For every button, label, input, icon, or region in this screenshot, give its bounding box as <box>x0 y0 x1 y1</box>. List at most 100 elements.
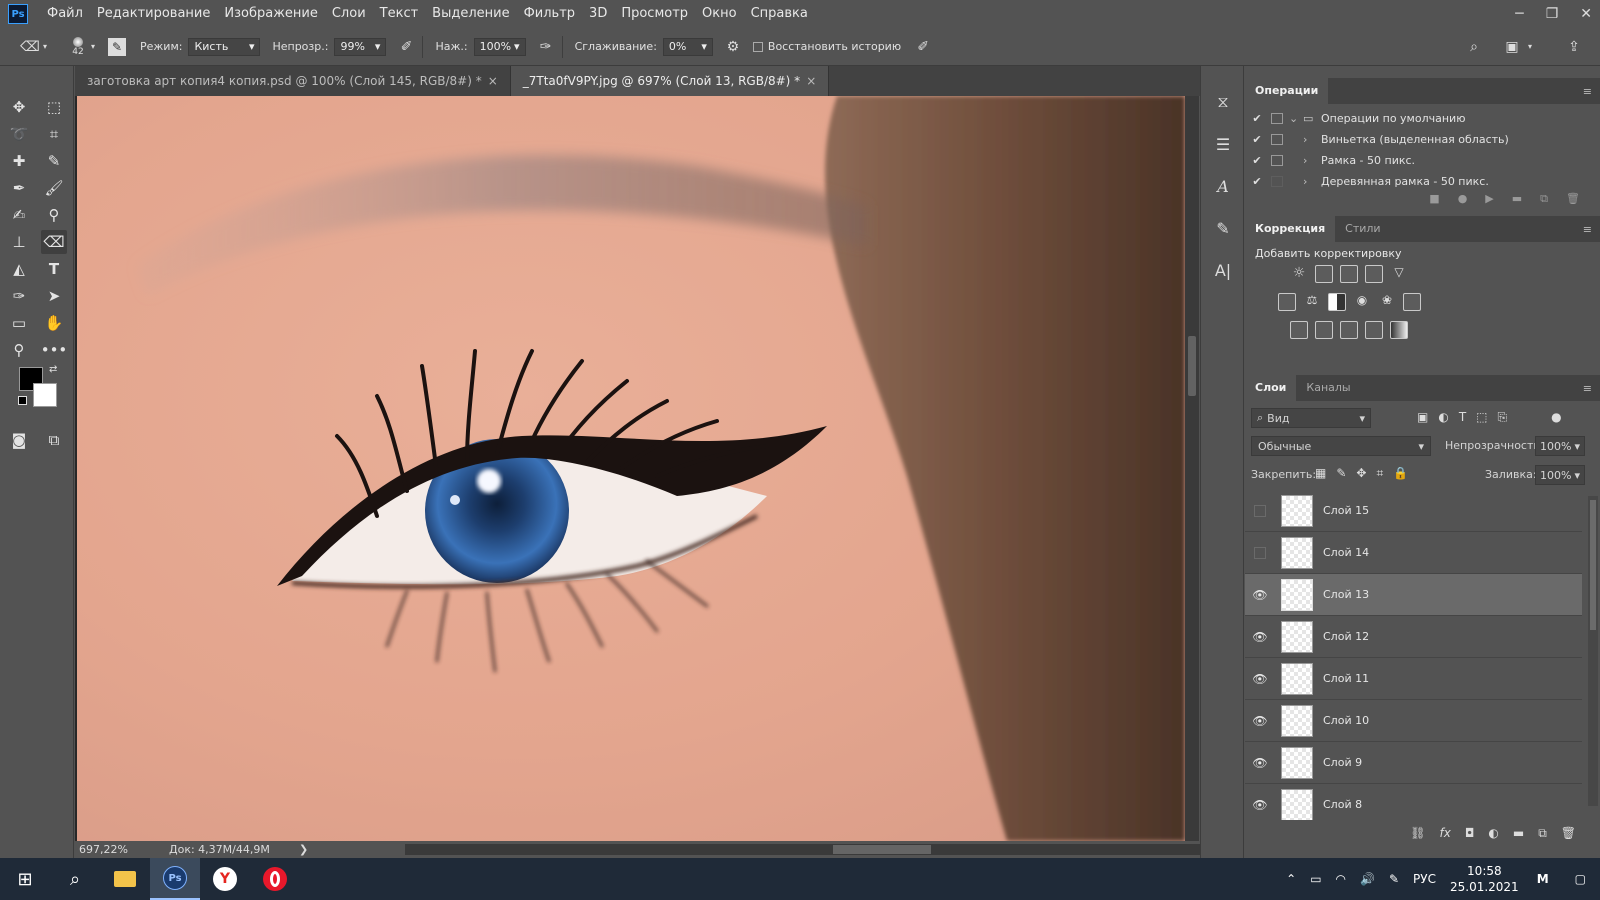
panel-menu-icon[interactable]: ≡ <box>1583 382 1592 395</box>
path-selection-tool-icon[interactable]: ➤ <box>41 284 67 308</box>
tab-actions[interactable]: Операции <box>1245 78 1329 104</box>
crop-tool-icon[interactable]: ⌗ <box>41 122 67 146</box>
action-set-default[interactable]: ✔ ⌄ ▭ Операции по умолчанию <box>1245 108 1600 129</box>
brush-panel-icon[interactable]: ✎ <box>108 37 126 56</box>
layer-row[interactable]: 👁 Слой 12 <box>1245 616 1582 658</box>
status-menu-arrow-icon[interactable]: ❯ <box>299 843 308 856</box>
airbrush-icon[interactable]: ✑ <box>536 37 556 57</box>
chevron-right-icon[interactable]: › <box>1303 133 1321 146</box>
levels-icon[interactable] <box>1315 265 1333 283</box>
menu-edit[interactable]: Редактирование <box>90 0 217 28</box>
check-icon[interactable]: ✔ <box>1249 175 1265 188</box>
canvas-area[interactable] <box>75 96 1185 841</box>
panel-menu-icon[interactable]: ≡ <box>1583 223 1592 236</box>
link-layers-icon[interactable]: ⛓ <box>1410 826 1425 841</box>
pressure-size-icon[interactable]: ✐ <box>913 37 933 57</box>
adjustment-filter-icon[interactable]: ◐ <box>1438 410 1448 425</box>
blur-tool-icon[interactable]: ◭ <box>6 257 32 281</box>
lock-position-icon[interactable]: ✥ <box>1356 466 1366 481</box>
paragraph-panel-icon[interactable]: A| <box>1209 256 1237 284</box>
tab-document-psd[interactable]: заготовка арт копия4 копия.psd @ 100% (С… <box>75 66 511 96</box>
language-indicator[interactable]: РУС <box>1413 872 1436 886</box>
quick-selection-tool-icon[interactable]: ✎ <box>41 149 67 173</box>
chevron-up-icon[interactable]: ⌃ <box>1286 872 1296 886</box>
screen-mode-icon[interactable]: ⧉ <box>41 428 67 452</box>
type-filter-icon[interactable]: T <box>1459 410 1466 425</box>
opacity-input[interactable]: 99% ▾ <box>334 37 387 56</box>
close-tab-icon[interactable]: × <box>806 74 816 88</box>
opera-browser-icon[interactable] <box>250 858 300 900</box>
black-white-icon[interactable] <box>1328 293 1346 311</box>
canvas-vertical-scrollbar[interactable] <box>1185 96 1199 841</box>
trash-icon[interactable]: 🗑 <box>1566 192 1580 206</box>
menu-image[interactable]: Изображение <box>217 0 324 28</box>
visibility-toggle[interactable] <box>1254 504 1266 517</box>
close-icon[interactable]: ✕ <box>1580 6 1592 22</box>
tab-styles[interactable]: Стили <box>1335 216 1390 242</box>
canvas-horizontal-scrollbar[interactable] <box>405 844 1235 855</box>
close-tab-icon[interactable]: × <box>488 74 498 88</box>
flow-input[interactable]: 100% ▾ <box>473 37 526 56</box>
gear-icon[interactable]: ⚙ <box>723 37 743 57</box>
search-icon[interactable]: ⌕ <box>50 858 100 900</box>
quick-mask-icon[interactable]: ◙ <box>6 428 32 452</box>
character-panel-icon[interactable]: A <box>1209 172 1237 200</box>
properties-panel-icon[interactable]: ☰ <box>1209 130 1237 158</box>
zoom-tool-icon[interactable]: ⚲ <box>6 338 32 362</box>
lasso-tool-icon[interactable]: ➰ <box>6 122 32 146</box>
action-item[interactable]: ✔ › Виньетка (выделенная область) <box>1245 129 1600 150</box>
history-brush-tool-icon[interactable]: ✍ <box>6 203 32 227</box>
filter-toggle-icon[interactable]: ● <box>1551 410 1561 425</box>
windows-start-icon[interactable]: ⊞ <box>0 858 50 900</box>
eye-icon[interactable]: 👁 <box>1245 630 1275 644</box>
search-icon[interactable]: ⌕ <box>1464 37 1484 57</box>
new-action-icon[interactable]: ⧉ <box>1540 192 1548 206</box>
zoom-level[interactable]: 697,22% <box>79 843 161 856</box>
eye-icon[interactable]: 👁 <box>1245 714 1275 728</box>
posterize-icon[interactable] <box>1315 321 1333 339</box>
brush-tool-icon[interactable]: 🖌 <box>41 176 67 200</box>
rectangle-tool-icon[interactable]: ▭ <box>6 311 32 335</box>
fill-input[interactable]: 100% ▾ <box>1535 465 1585 485</box>
media-indicator-icon[interactable]: M <box>1537 872 1549 886</box>
yandex-browser-icon[interactable]: Y <box>200 858 250 900</box>
menu-window[interactable]: Окно <box>695 0 744 28</box>
menu-type[interactable]: Текст <box>373 0 426 28</box>
clock[interactable]: 10:58 25.01.2021 <box>1450 863 1519 895</box>
brush-settings-icon[interactable]: ✎ <box>1209 214 1237 242</box>
more-tools-icon[interactable]: ••• <box>41 338 68 362</box>
hue-saturation-icon[interactable] <box>1278 293 1296 311</box>
stop-icon[interactable]: ■ <box>1429 192 1439 206</box>
pixel-filter-icon[interactable]: ▣ <box>1417 410 1428 425</box>
gradient-map-icon[interactable] <box>1390 321 1408 339</box>
menu-view[interactable]: Просмотр <box>614 0 695 28</box>
pressure-opacity-icon[interactable]: ✐ <box>396 37 416 57</box>
chevron-right-icon[interactable]: › <box>1303 154 1321 167</box>
layer-row[interactable]: 👁 Слой 10 <box>1245 700 1582 742</box>
smoothing-input[interactable]: 0% ▾ <box>662 37 713 56</box>
layer-row[interactable]: 👁 Слой 9 <box>1245 742 1582 784</box>
curves-icon[interactable] <box>1340 265 1358 283</box>
marquee-tool-icon[interactable]: ⬚ <box>41 95 67 119</box>
eye-icon[interactable]: 👁 <box>1245 756 1275 770</box>
layer-row[interactable]: 👁 Слой 11 <box>1245 658 1582 700</box>
swap-colors-icon[interactable]: ⇄ <box>49 364 57 375</box>
panel-menu-icon[interactable]: ≡ <box>1583 85 1592 98</box>
brush-size-picker[interactable]: 42 <box>68 36 88 57</box>
exposure-icon[interactable] <box>1365 265 1383 283</box>
pen-icon[interactable]: ✎ <box>1389 872 1399 886</box>
vibrance-icon[interactable]: ▽ <box>1390 265 1408 283</box>
share-icon[interactable]: ⇪ <box>1564 37 1584 57</box>
tab-channels[interactable]: Каналы <box>1296 375 1360 401</box>
notifications-icon[interactable]: ▢ <box>1575 872 1586 886</box>
eyedropper-tool-icon[interactable]: ✒ <box>6 176 32 200</box>
check-icon[interactable]: ✔ <box>1249 133 1265 146</box>
layer-row[interactable]: Слой 14 <box>1245 532 1582 574</box>
layer-filter-select[interactable]: ⌕ Вид ▾ <box>1251 408 1371 428</box>
menu-select[interactable]: Выделение <box>425 0 516 28</box>
menu-3d[interactable]: 3D <box>582 0 614 28</box>
tab-layers[interactable]: Слои <box>1245 375 1297 401</box>
vertical-scroll-thumb[interactable] <box>1188 336 1196 396</box>
add-mask-icon[interactable]: ◘ <box>1465 826 1475 841</box>
horizontal-scroll-thumb[interactable] <box>833 845 931 854</box>
